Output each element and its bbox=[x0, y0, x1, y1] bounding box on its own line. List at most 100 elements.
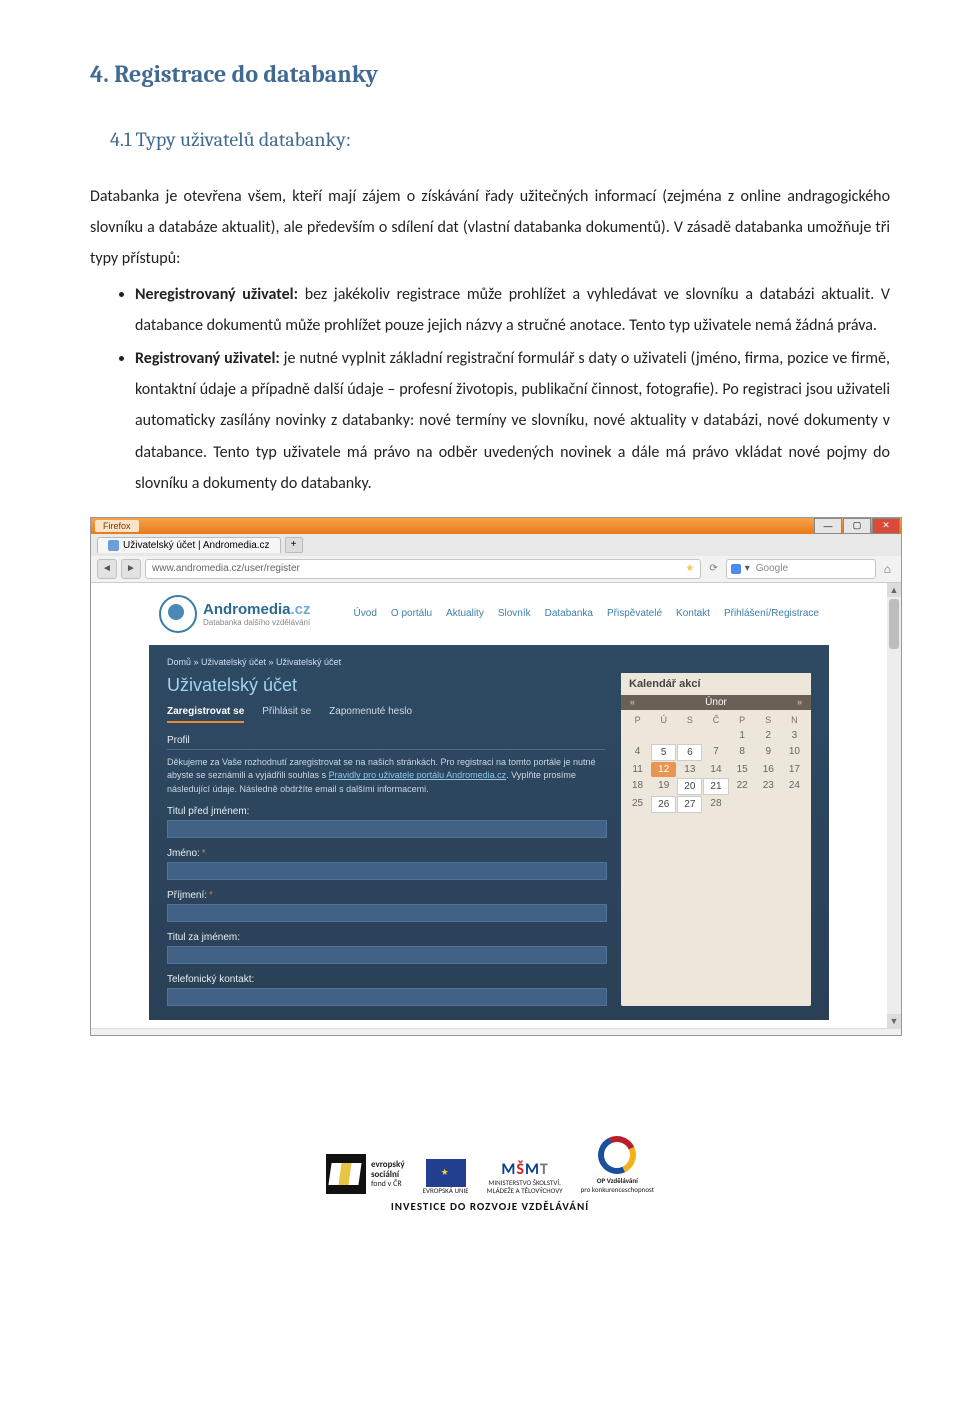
input-jmeno[interactable] bbox=[167, 862, 607, 880]
forward-button[interactable]: ► bbox=[121, 559, 141, 579]
label-telefon: Telefonický kontakt: bbox=[167, 974, 605, 985]
vertical-scrollbar[interactable]: ▲ ▼ bbox=[887, 583, 901, 1029]
input-telefon[interactable] bbox=[167, 988, 607, 1006]
calendar-day-header: P bbox=[730, 713, 755, 727]
site-logo[interactable]: Andromedia.cz Databanka dalšího vzdělává… bbox=[159, 595, 311, 633]
eu-flag-icon bbox=[426, 1159, 466, 1187]
list-item: Neregistrovaný uživatel: bez jakékoliv r… bbox=[135, 279, 890, 341]
calendar-day-header: S bbox=[677, 713, 702, 727]
calendar-next-button[interactable]: » bbox=[794, 697, 805, 707]
calendar-widget: Kalendář akcí « Únor » PÚSČPSN1234567891… bbox=[621, 673, 811, 1007]
calendar-day[interactable]: 14 bbox=[703, 762, 728, 777]
tab-forgot[interactable]: Zapomenuté heslo bbox=[329, 706, 412, 723]
calendar-day bbox=[677, 728, 702, 743]
address-bar[interactable]: www.andromedia.cz/user/register ★ bbox=[145, 559, 701, 579]
calendar-day[interactable]: 22 bbox=[730, 778, 755, 795]
bookmark-star-icon[interactable]: ★ bbox=[685, 563, 694, 574]
browser-search-input[interactable]: ▾ Google bbox=[726, 559, 876, 579]
calendar-day-header: Č bbox=[703, 713, 728, 727]
calendar-day[interactable]: 11 bbox=[625, 762, 650, 777]
input-prijmeni[interactable] bbox=[167, 904, 607, 922]
input-titul-pred[interactable] bbox=[167, 820, 607, 838]
calendar-day[interactable]: 8 bbox=[730, 744, 755, 761]
eu-logo: EVROPSKÁ UNIE bbox=[423, 1159, 469, 1195]
calendar-day[interactable]: 19 bbox=[651, 778, 676, 795]
nav-link[interactable]: Kontakt bbox=[676, 608, 710, 619]
breadcrumb: Domů » Uživatelský účet » Uživatelský úč… bbox=[167, 657, 811, 667]
calendar-day[interactable]: 2 bbox=[756, 728, 781, 743]
new-tab-button[interactable]: + bbox=[285, 537, 303, 553]
calendar-day[interactable]: 21 bbox=[703, 778, 728, 795]
calendar-day bbox=[703, 728, 728, 743]
nav-link[interactable]: Úvod bbox=[354, 608, 377, 619]
browser-toolbar: ◄ ► www.andromedia.cz/user/register ★ ⟳ … bbox=[91, 556, 901, 583]
tab-register[interactable]: Zaregistrovat se bbox=[167, 706, 244, 723]
brand-suffix: .cz bbox=[291, 601, 311, 618]
label-titul-za: Titul za jménem: bbox=[167, 932, 605, 943]
calendar-day[interactable]: 1 bbox=[730, 728, 755, 743]
nav-link[interactable]: Přispěvatelé bbox=[607, 608, 662, 619]
calendar-title: Kalendář akcí bbox=[621, 673, 811, 695]
nav-link[interactable]: Přihlášení/Registrace bbox=[724, 608, 819, 619]
scroll-down-icon[interactable]: ▼ bbox=[887, 1014, 901, 1028]
label-prijmeni: Příjmení:* bbox=[167, 890, 605, 901]
calendar-day bbox=[756, 796, 781, 813]
intro-paragraph: Databanka je otevřena všem, kteří mají z… bbox=[90, 181, 890, 275]
maximize-button[interactable]: ▢ bbox=[843, 518, 871, 534]
calendar-day bbox=[782, 796, 807, 813]
calendar-day-header: S bbox=[756, 713, 781, 727]
calendar-day[interactable]: 26 bbox=[651, 796, 676, 813]
nav-link[interactable]: O portálu bbox=[391, 608, 432, 619]
list-item-bold: Registrovaný uživatel: bbox=[135, 349, 280, 368]
calendar-prev-button[interactable]: « bbox=[627, 697, 638, 707]
calendar-day[interactable]: 12 bbox=[651, 762, 676, 777]
browser-tab[interactable]: Uživatelský účet | Andromedia.cz bbox=[97, 537, 281, 553]
browser-tab-title: Uživatelský účet | Andromedia.cz bbox=[123, 540, 270, 551]
calendar-day[interactable]: 24 bbox=[782, 778, 807, 795]
nav-link[interactable]: Databanka bbox=[545, 608, 593, 619]
calendar-day bbox=[730, 796, 755, 813]
calendar-day[interactable]: 28 bbox=[703, 796, 728, 813]
calendar-day[interactable]: 9 bbox=[756, 744, 781, 761]
calendar-day[interactable]: 27 bbox=[677, 796, 702, 813]
calendar-day[interactable]: 3 bbox=[782, 728, 807, 743]
calendar-day[interactable]: 13 bbox=[677, 762, 702, 777]
scroll-up-icon[interactable]: ▲ bbox=[887, 583, 901, 597]
firefox-badge[interactable]: Firefox bbox=[95, 520, 139, 532]
nav-link[interactable]: Slovník bbox=[498, 608, 531, 619]
calendar-day[interactable]: 7 bbox=[703, 744, 728, 761]
embedded-screenshot: Firefox — ▢ ✕ Uživatelský účet | Androme… bbox=[90, 517, 902, 1037]
tab-login[interactable]: Přihlásit se bbox=[262, 706, 311, 723]
calendar-month: Únor bbox=[705, 697, 727, 708]
list-item-bold: Neregistrovaný uživatel: bbox=[135, 285, 298, 304]
calendar-day[interactable]: 16 bbox=[756, 762, 781, 777]
favicon-icon bbox=[108, 540, 119, 551]
intro-text: Děkujeme za Vaše rozhodnutí zaregistrova… bbox=[167, 756, 605, 797]
calendar-day[interactable]: 6 bbox=[677, 744, 702, 761]
back-button[interactable]: ◄ bbox=[97, 559, 117, 579]
calendar-day[interactable]: 15 bbox=[730, 762, 755, 777]
minimize-button[interactable]: — bbox=[814, 518, 842, 534]
calendar-day[interactable]: 17 bbox=[782, 762, 807, 777]
brand-main: Andromedia bbox=[203, 601, 291, 618]
calendar-day[interactable]: 18 bbox=[625, 778, 650, 795]
footer-motto: INVESTICE DO ROZVOJE VZDĚLÁVÁNÍ bbox=[90, 1200, 890, 1213]
window-title-bar: Firefox — ▢ ✕ bbox=[91, 518, 901, 534]
nav-link[interactable]: Aktuality bbox=[446, 608, 484, 619]
opvk-logo: OP Vzdělávání pro konkurenceschopnost bbox=[581, 1136, 654, 1194]
calendar-day[interactable]: 4 bbox=[625, 744, 650, 761]
calendar-day[interactable]: 5 bbox=[651, 744, 676, 761]
reload-button[interactable]: ⟳ bbox=[705, 563, 721, 574]
calendar-day[interactable]: 25 bbox=[625, 796, 650, 813]
calendar-day[interactable]: 20 bbox=[677, 778, 702, 795]
calendar-day[interactable]: 23 bbox=[756, 778, 781, 795]
label-titul-pred: Titul před jménem: bbox=[167, 806, 605, 817]
calendar-day[interactable]: 10 bbox=[782, 744, 807, 761]
scroll-thumb[interactable] bbox=[889, 599, 899, 649]
input-titul-za[interactable] bbox=[167, 946, 607, 964]
close-button[interactable]: ✕ bbox=[872, 518, 900, 534]
site-header: Andromedia.cz Databanka dalšího vzdělává… bbox=[149, 583, 829, 645]
home-button[interactable]: ⌂ bbox=[880, 562, 895, 576]
rules-link[interactable]: Pravidly pro uživatele portálu Andromedi… bbox=[329, 770, 507, 780]
calendar-day-header: N bbox=[782, 713, 807, 727]
